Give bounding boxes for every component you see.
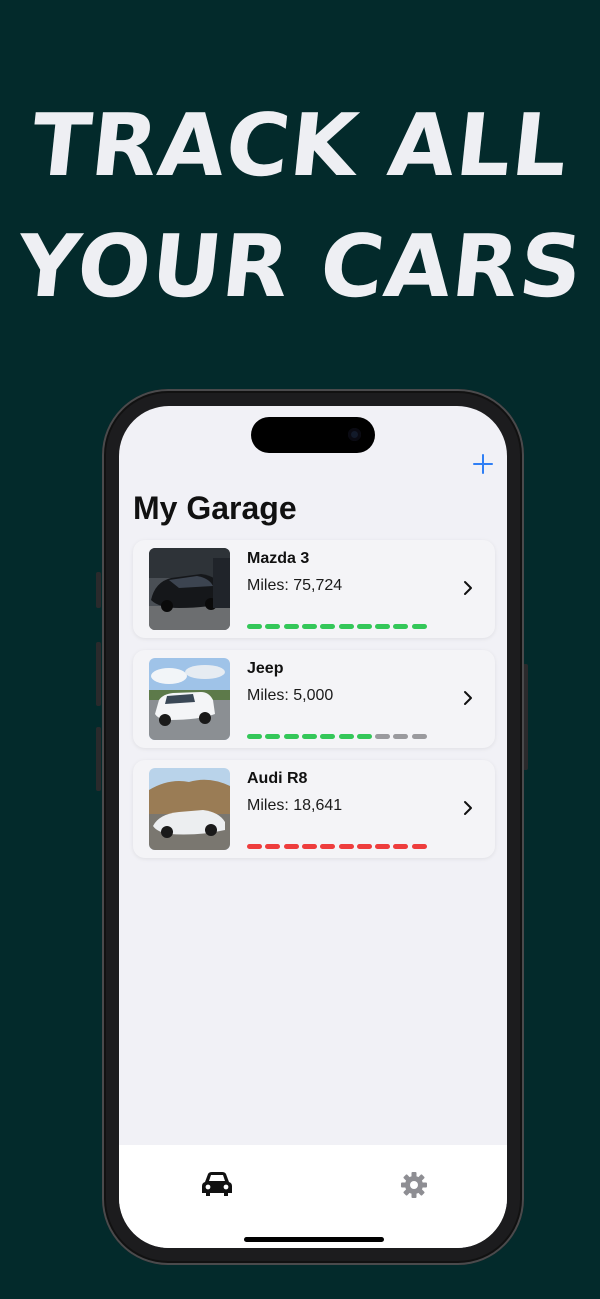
headline-line-2: YOUR CARS xyxy=(12,217,588,317)
add-car-button[interactable] xyxy=(471,452,495,476)
progress-segment xyxy=(393,734,409,739)
progress-segment xyxy=(411,624,427,629)
chevron-right-icon xyxy=(464,801,472,815)
progress-segment xyxy=(393,844,409,849)
progress-segment xyxy=(320,624,336,629)
progress-segment xyxy=(301,734,317,739)
gear-icon[interactable] xyxy=(400,1171,428,1199)
progress-segment xyxy=(375,624,391,629)
progress-segment xyxy=(320,844,336,849)
progress-segment xyxy=(356,844,372,849)
maintenance-progress-bar xyxy=(247,844,429,849)
front-camera xyxy=(348,428,361,441)
headline-line-1: TRACK ALL xyxy=(26,96,574,196)
phone-screen: My Garage Mazda 3 Miles: 75,724 Jeep Mil… xyxy=(119,406,507,1248)
progress-segment xyxy=(338,734,354,739)
progress-segment xyxy=(265,624,281,629)
car-name: Jeep xyxy=(247,660,284,677)
progress-segment xyxy=(283,844,299,849)
progress-segment xyxy=(247,734,262,739)
car-icon[interactable] xyxy=(201,1169,233,1197)
car-miles: Miles: 75,724 xyxy=(247,577,343,594)
progress-segment xyxy=(356,624,372,629)
phone-frame: My Garage Mazda 3 Miles: 75,724 Jeep Mil… xyxy=(102,389,524,1265)
car-name: Audi R8 xyxy=(247,770,308,787)
car-miles: Miles: 5,000 xyxy=(247,687,334,704)
car-card-jeep[interactable]: Jeep Miles: 5,000 xyxy=(133,650,495,748)
progress-segment xyxy=(411,844,427,849)
maintenance-progress-bar xyxy=(247,624,429,629)
car-name: Mazda 3 xyxy=(247,550,310,567)
maintenance-progress-bar xyxy=(247,734,429,739)
progress-segment xyxy=(411,734,427,739)
progress-segment xyxy=(265,734,281,739)
progress-segment xyxy=(301,624,317,629)
progress-segment xyxy=(393,624,409,629)
phone-action-button xyxy=(96,572,101,608)
car-miles: Miles: 18,641 xyxy=(247,797,343,814)
progress-segment xyxy=(247,624,262,629)
car-thumbnail-audi xyxy=(149,768,230,850)
phone-volume-down-button xyxy=(96,727,101,791)
home-indicator xyxy=(244,1237,384,1242)
car-thumbnail-mazda xyxy=(149,548,230,630)
car-card-audi[interactable]: Audi R8 Miles: 18,641 xyxy=(133,760,495,858)
progress-segment xyxy=(356,734,372,739)
progress-segment xyxy=(375,844,391,849)
phone-volume-up-button xyxy=(96,642,101,706)
car-card-mazda[interactable]: Mazda 3 Miles: 75,724 xyxy=(133,540,495,638)
progress-segment xyxy=(265,844,281,849)
progress-segment xyxy=(320,734,336,739)
chevron-right-icon xyxy=(464,691,472,705)
tab-bar xyxy=(119,1145,507,1248)
progress-segment xyxy=(283,624,299,629)
chevron-right-icon xyxy=(464,581,472,595)
progress-segment xyxy=(247,844,262,849)
progress-segment xyxy=(338,844,354,849)
progress-segment xyxy=(375,734,391,739)
progress-segment xyxy=(283,734,299,739)
progress-segment xyxy=(301,844,317,849)
progress-segment xyxy=(338,624,354,629)
page-title: My Garage xyxy=(133,490,297,526)
dynamic-island xyxy=(251,417,375,453)
car-thumbnail-jeep xyxy=(149,658,230,740)
